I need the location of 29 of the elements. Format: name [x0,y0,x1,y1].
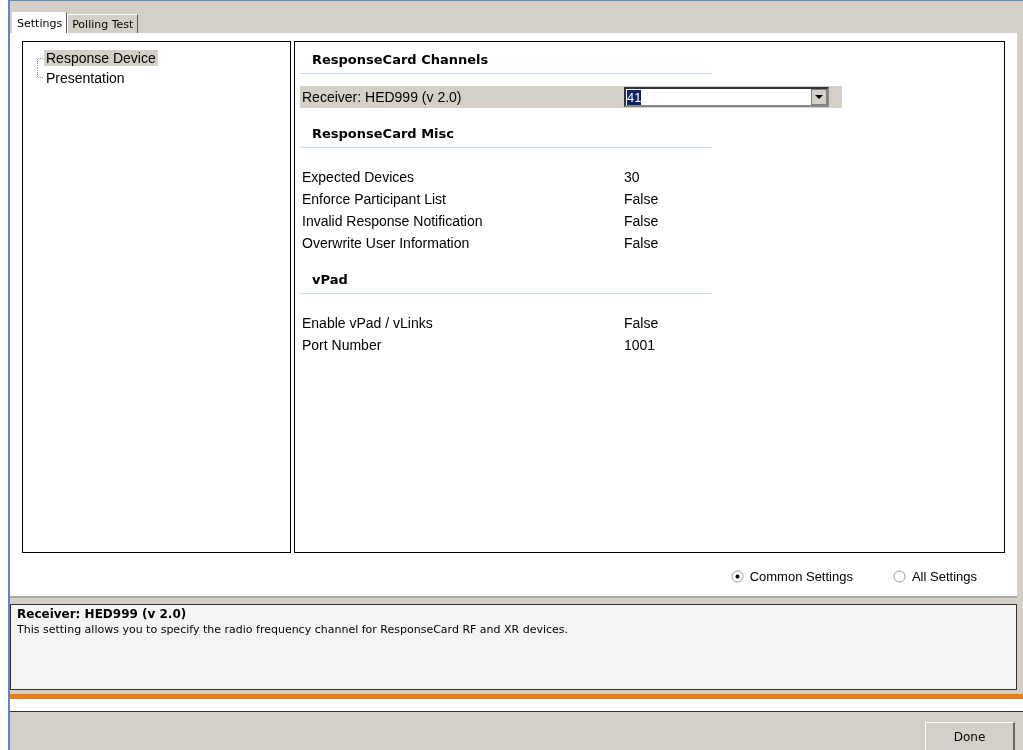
description-text: This setting allows you to specify the radio frequency channel for ResponseCard RF and XR devices. [17,623,570,636]
property-value[interactable]: False [624,191,684,207]
property-label: Expected Devices [302,169,416,185]
channel-dropdown[interactable]: 41 [624,87,829,107]
tree-item[interactable]: Presentation [44,70,127,86]
radio-label[interactable]: Common Settings [749,569,853,584]
property-label: Receiver: HED999 (v 2.0) [302,89,463,105]
description-title: Receiver: HED999 (v 2.0) [17,607,188,621]
done-button[interactable]: Done [925,722,1015,750]
property-value[interactable]: 30 [624,169,684,185]
property-value[interactable]: 1001 [624,337,684,353]
property-label: Enable vPad / vLinks [302,315,434,331]
property-label: Port Number [302,337,383,353]
property-row[interactable]: Receiver: HED999 (v 2.0) 41 [300,86,842,108]
property-value[interactable]: False [624,315,684,331]
property-label: Overwrite User Information [302,235,471,251]
radio-button[interactable] [730,570,744,583]
section-heading: vPad [300,266,712,294]
property-value[interactable]: False [624,235,684,251]
tab[interactable]: Polling Test [67,14,139,33]
section-heading: ResponseCard Channels [300,46,712,74]
property-value[interactable]: False [624,213,684,229]
property-label: Enforce Participant List [302,191,447,207]
tree-item[interactable]: Response Device [44,50,158,66]
property-label: Invalid Response Notification [302,213,484,229]
section-heading: ResponseCard Misc [300,120,712,148]
radio-label[interactable]: All Settings [911,569,977,584]
tab[interactable]: Settings [12,12,68,33]
radio-button[interactable] [892,570,906,583]
